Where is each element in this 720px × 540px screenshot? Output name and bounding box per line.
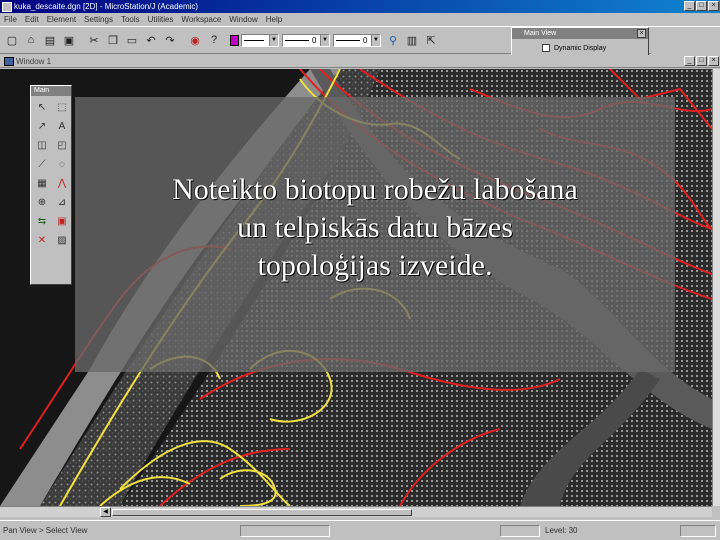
scroll-thumb[interactable] <box>112 509 412 516</box>
status-bar: Pan View > Select View Level: 30 <box>0 520 720 540</box>
circle-icon[interactable]: ◫ <box>33 137 51 154</box>
menu-window[interactable]: Window <box>225 15 261 24</box>
view-window-controls: _ □ × <box>684 56 719 66</box>
redo-icon[interactable]: ↷ <box>161 31 179 49</box>
palette-title: Main <box>31 86 71 96</box>
app-title: kuka_descaite.dgn [2D] - MicroStation/J … <box>14 2 199 11</box>
maximize-button[interactable]: □ <box>696 1 707 11</box>
app-title-bar[interactable]: kuka_descaite.dgn [2D] - MicroStation/J … <box>0 0 720 13</box>
cut-icon[interactable]: ✂ <box>85 31 103 49</box>
minimize-button[interactable]: _ <box>684 1 695 11</box>
menu-edit[interactable]: Edit <box>21 15 43 24</box>
scroll-left-button[interactable]: ◀ <box>100 507 111 517</box>
menu-element[interactable]: Element <box>43 15 80 24</box>
style-combo[interactable]: 0 ▼ <box>333 33 381 47</box>
close-button[interactable]: × <box>708 1 719 11</box>
status-panel-1 <box>240 525 330 537</box>
curve-icon[interactable]: ◌ <box>53 156 71 173</box>
polygon-icon[interactable]: ⟋ <box>33 156 51 173</box>
status-panel-3 <box>680 525 716 537</box>
line-icon[interactable]: ↗ <box>33 118 51 135</box>
main-tool-palette[interactable]: Main ↖ ⬚ ↗ A ◫ ◰ ⟋ ◌ ▦ ⋀ ⊕ ⊿ ⇆ ▣ ✕ ▨ <box>30 85 72 285</box>
dimension-icon[interactable]: ⋀ <box>53 175 71 192</box>
caption-overlay: Noteikto biotopu robežu labošana un telp… <box>75 97 675 372</box>
window-controls: _ □ × <box>684 1 719 11</box>
menu-file[interactable]: File <box>0 15 21 24</box>
vertical-scrollbar[interactable] <box>712 69 720 506</box>
text-icon[interactable]: A <box>53 118 71 135</box>
levels-icon[interactable]: ▥ <box>403 31 421 49</box>
accudraw-icon[interactable]: ⚲ <box>384 31 402 49</box>
manipulate-icon[interactable]: ⇆ <box>33 213 51 230</box>
select-icon[interactable]: ↖ <box>33 99 51 116</box>
modify-icon[interactable]: ⊕ <box>33 194 51 211</box>
menu-settings[interactable]: Settings <box>80 15 117 24</box>
change-icon[interactable]: ▣ <box>53 213 71 230</box>
cell-icon[interactable]: ▦ <box>33 175 51 192</box>
dynamic-display-checkbox[interactable] <box>542 44 550 52</box>
weight-value: 0 <box>312 35 317 45</box>
horizontal-scrollbar[interactable]: ◀ <box>0 506 712 517</box>
arc-icon[interactable]: ◰ <box>53 137 71 154</box>
menu-bar: File Edit Element Settings Tools Utiliti… <box>0 13 720 26</box>
delete-icon[interactable]: ✕ <box>33 232 51 249</box>
toolbar-right-area <box>651 27 720 54</box>
line-style-combo[interactable]: ▼ <box>241 33 279 47</box>
copy-icon[interactable]: ❐ <box>104 31 122 49</box>
app-icon <box>2 1 12 12</box>
measure-icon[interactable]: ⊿ <box>53 194 71 211</box>
main-view-close-button[interactable]: × <box>637 29 646 38</box>
view-close-button[interactable]: × <box>708 56 719 66</box>
dynamic-display-label: Dynamic Display <box>554 44 607 52</box>
view-maximize-button[interactable]: □ <box>696 56 707 66</box>
caption-line-3: topoloģijas izveide. <box>257 248 493 282</box>
save-icon[interactable]: ▣ <box>60 31 78 49</box>
caption-line-1: Noteikto biotopu robežu labošana <box>172 172 578 206</box>
fence-icon[interactable]: ⬚ <box>53 99 71 116</box>
status-prompt: Pan View > Select View <box>3 526 88 535</box>
open-folder-icon[interactable]: ⌂ <box>22 31 40 49</box>
style-value: 0 <box>363 35 368 45</box>
view-minimize-button[interactable]: _ <box>684 56 695 66</box>
close-file-icon[interactable]: ▤ <box>41 31 59 49</box>
view-window-title-bar[interactable]: Window 1 _ □ × <box>0 55 720 68</box>
view-icon <box>4 56 14 66</box>
menu-utilities[interactable]: Utilities <box>144 15 178 24</box>
drop-icon[interactable]: ▨ <box>53 232 71 249</box>
paste-icon[interactable]: ▭ <box>123 31 141 49</box>
menu-workspace[interactable]: Workspace <box>177 15 225 24</box>
caption-line-2: un telpiskās datu bāzes <box>237 210 513 244</box>
slide-caption: Noteikto biotopu robežu labošana un telp… <box>172 171 578 285</box>
new-file-icon[interactable]: ▢ <box>3 31 21 49</box>
menu-tools[interactable]: Tools <box>117 15 144 24</box>
line-weight-combo[interactable]: 0 ▼ <box>282 33 330 47</box>
status-level: Level: 30 <box>545 526 578 535</box>
active-color-swatch[interactable] <box>230 34 239 46</box>
main-view-title: Main View <box>512 28 648 39</box>
menu-help[interactable]: Help <box>262 15 286 24</box>
view-window-title: Window 1 <box>16 56 52 66</box>
status-panel-2 <box>500 525 540 537</box>
pointer-icon[interactable]: ⇱ <box>422 31 440 49</box>
render-icon[interactable]: ◉ <box>186 31 204 49</box>
undo-icon[interactable]: ↶ <box>142 31 160 49</box>
help-icon[interactable]: ? <box>205 31 223 49</box>
